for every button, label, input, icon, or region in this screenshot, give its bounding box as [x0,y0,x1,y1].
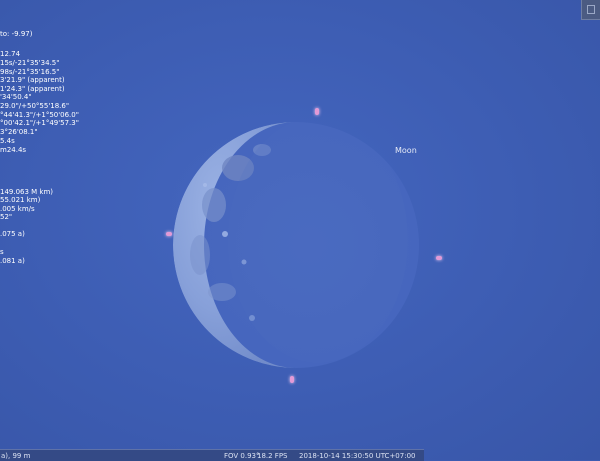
info-line: 5.4s [0,137,15,145]
info-line: 15s/-21°35'34.5" [0,59,60,67]
info-line: °00'42.1"/+1°49'57.3" [0,119,79,127]
location-readout: a), 99 m [1,452,31,460]
info-line: .081 a) [0,257,25,265]
info-line: m24.4s [0,146,27,154]
info-line: '34'50.4" [0,93,32,101]
info-line: .075 a) [0,230,25,238]
info-line: to: -9.97) [0,30,33,38]
info-line: 12.74 [0,50,21,58]
pointer-marker-left [166,232,172,236]
moon-label[interactable]: Moon [395,146,417,155]
moon[interactable] [0,0,600,460]
datetime-readout: 2018-10-14 15:30:50 UTC+07:00 [299,452,416,460]
pointer-marker-top [315,108,319,115]
info-line: 3'21.9" (apparent) [0,76,65,84]
fps-readout: 18.2 FPS [257,452,288,460]
info-line: 52" [0,213,13,221]
info-line: 55.021 km) [0,196,41,204]
window-restore-icon [587,5,595,14]
status-bar: a), 99 m FOV 0.93° 18.2 FPS 2018-10-14 1… [0,449,424,461]
fov-readout: FOV 0.93° [224,452,260,460]
info-line: 3°26'08.1" [0,128,38,136]
pointer-marker-bottom [290,376,294,383]
info-line: 29.0"/+50°55'18.6" [0,102,70,110]
window-corner-button[interactable] [581,0,600,20]
info-line: s [0,248,4,256]
pointer-marker-right [436,256,442,260]
